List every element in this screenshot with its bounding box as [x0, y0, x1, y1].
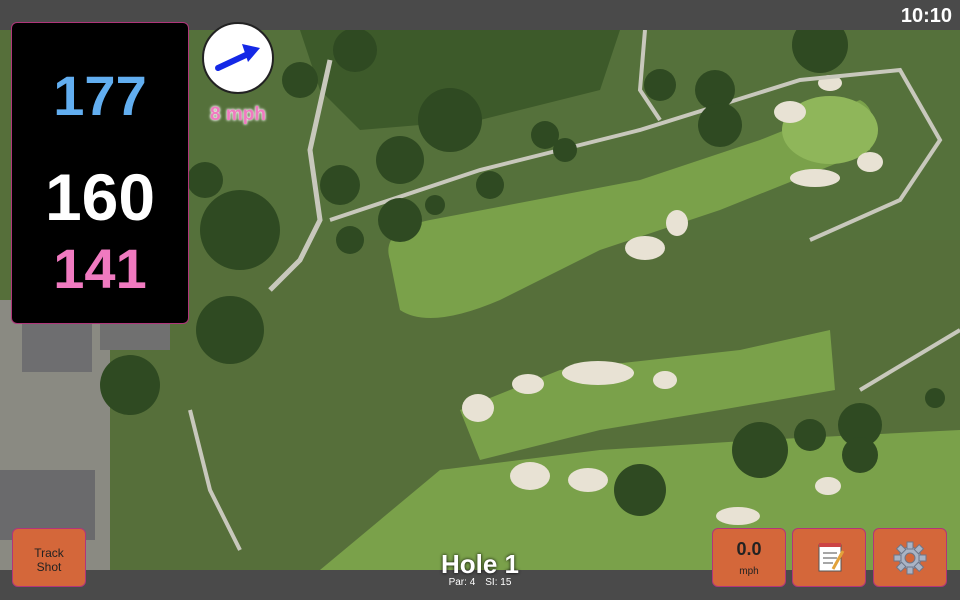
- clock: 10:10: [900, 5, 952, 27]
- hole-title: Hole 1: [440, 549, 520, 579]
- speed-unit: mph: [739, 566, 759, 577]
- wind-indicator: [202, 22, 274, 94]
- hole-par: Par: 4: [448, 577, 476, 588]
- track-shot-button[interactable]: Track Shot: [12, 528, 86, 587]
- hole-info: Par: 4 SI: 15: [380, 577, 580, 588]
- wind-arrow-icon: [215, 44, 260, 71]
- hole-stroke-index: SI: 15: [485, 577, 512, 588]
- notes-button[interactable]: [792, 528, 866, 587]
- wind-speed: 8 mph: [210, 104, 266, 125]
- back-yardage: 177: [53, 64, 147, 127]
- track-shot-label-line1: Track: [34, 546, 64, 560]
- yardage-panel: 177 160 141: [11, 22, 189, 324]
- speed-value: 0.0: [736, 539, 762, 559]
- center-yardage: 160: [44, 160, 156, 234]
- front-yardage: 141: [53, 237, 147, 300]
- track-shot-label-line2: Shot: [36, 560, 62, 574]
- gear-icon: [893, 541, 927, 575]
- notepad-icon: [818, 543, 845, 572]
- speed-button[interactable]: 0.0 mph: [712, 528, 786, 587]
- settings-button[interactable]: [873, 528, 947, 587]
